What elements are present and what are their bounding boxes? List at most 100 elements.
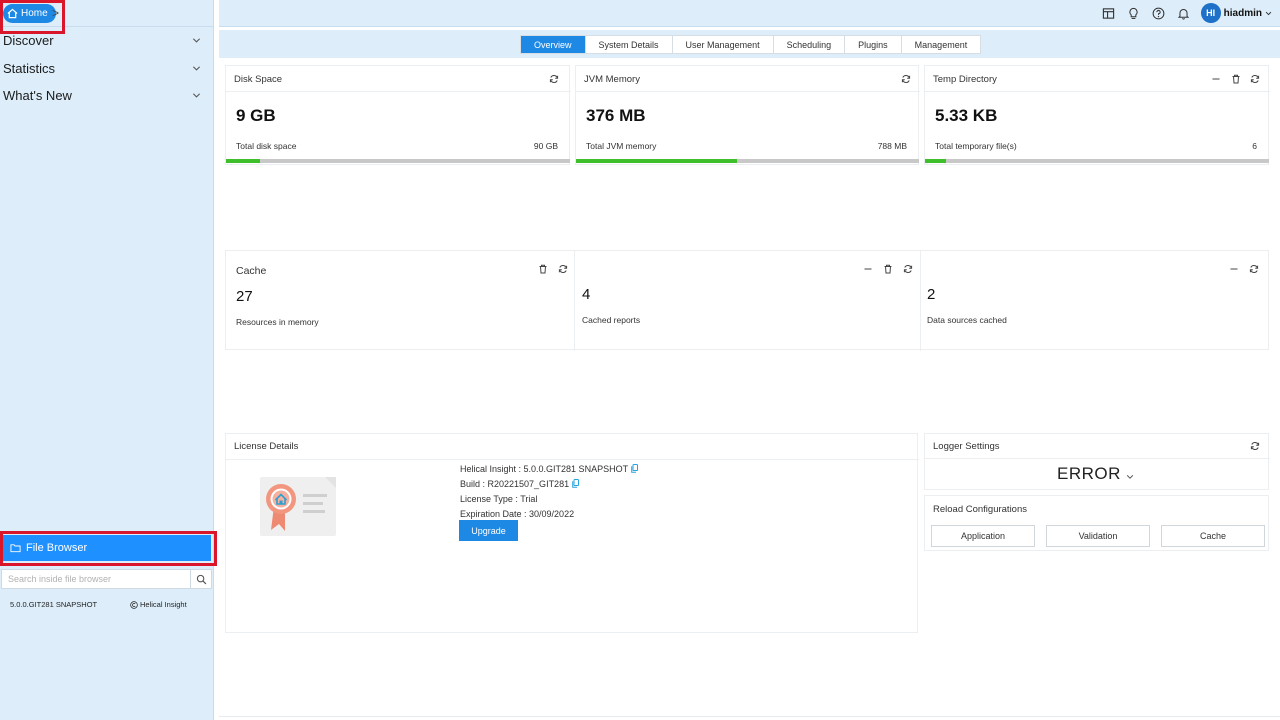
temp-progress-bar — [925, 159, 1269, 163]
minimize-button[interactable] — [1211, 74, 1221, 84]
chevron-down-icon — [1265, 11, 1272, 15]
reports-label: Cached reports — [582, 315, 641, 325]
tab-user-management[interactable]: User Management — [673, 36, 774, 53]
minimize-button[interactable] — [863, 264, 873, 274]
sidebar-item-whats-new[interactable]: What's New — [0, 82, 213, 110]
refresh-icon — [1249, 265, 1259, 273]
tab-bar: Overview System Details User Management … — [219, 30, 1280, 58]
sidebar-item-statistics[interactable]: Statistics — [0, 55, 213, 83]
logger-settings-card: Logger Settings ERROR — [924, 433, 1270, 490]
reload-cache-button[interactable]: Cache — [1161, 525, 1265, 547]
disk-label: Total disk space — [236, 141, 297, 151]
copy-icon[interactable] — [631, 464, 639, 473]
notifications-button[interactable] — [1176, 6, 1191, 21]
divider — [574, 251, 575, 351]
tabs: Overview System Details User Management … — [520, 35, 982, 54]
refresh-button[interactable] — [1250, 441, 1260, 451]
file-browser-button[interactable]: File Browser — [3, 535, 211, 561]
username: hiadmin — [1223, 7, 1262, 19]
refresh-button[interactable] — [1249, 264, 1259, 274]
resources-value: 27 — [236, 288, 253, 305]
brand: Helical Insight — [130, 600, 187, 609]
refresh-icon — [901, 75, 911, 83]
breadcrumb: Home > — [0, 0, 213, 27]
refresh-icon — [1250, 442, 1260, 450]
reload-application-button[interactable]: Application — [931, 525, 1035, 547]
search-button[interactable] — [190, 570, 211, 588]
lightbulb-icon — [1129, 7, 1138, 19]
tab-overview[interactable]: Overview — [521, 36, 586, 53]
temp-total: 6 — [1252, 141, 1257, 151]
refresh-icon — [558, 265, 568, 273]
refresh-button[interactable] — [1250, 74, 1260, 84]
delete-button[interactable] — [538, 264, 548, 274]
jvm-total: 788 MB — [877, 141, 907, 151]
chevron-down-icon — [1126, 474, 1134, 479]
trash-icon — [1232, 74, 1240, 84]
divider — [925, 458, 1270, 459]
minimize-button[interactable] — [1229, 264, 1239, 274]
delete-button[interactable] — [1231, 74, 1241, 84]
refresh-button[interactable] — [549, 74, 559, 84]
disk-value: 9 GB — [236, 106, 276, 125]
jvm-value: 376 MB — [586, 106, 646, 125]
layout-button[interactable] — [1101, 6, 1116, 21]
avatar: HI — [1200, 3, 1221, 23]
tips-button[interactable] — [1126, 6, 1141, 21]
help-button[interactable] — [1151, 6, 1166, 21]
user-menu[interactable]: HI hiadmin — [1200, 3, 1272, 23]
license-version-text: Helical Insight : 5.0.0.GIT281 SNAPSHOT — [460, 464, 629, 474]
jvm-progress-bar — [576, 159, 919, 163]
refresh-button[interactable] — [901, 74, 911, 84]
sidebar-item-label: What's New — [3, 88, 72, 104]
disk-space-card: Disk Space 9 GB Total disk space 90 GB — [225, 65, 571, 165]
bottom-divider — [219, 716, 1280, 717]
temp-label: Total temporary file(s) — [935, 141, 1017, 151]
copy-icon[interactable] — [572, 479, 580, 488]
chevron-down-icon — [192, 38, 201, 43]
trash-icon — [539, 264, 547, 274]
home-icon — [7, 8, 18, 19]
card-title: JVM Memory — [584, 74, 640, 85]
trash-icon — [884, 264, 892, 274]
reload-validation-button[interactable]: Validation — [1046, 525, 1150, 547]
copyright-icon — [130, 600, 138, 609]
cache-card: Cache 27 Resources in memory 4 Cached re… — [225, 250, 1269, 351]
folder-icon — [10, 544, 21, 553]
log-level-select[interactable]: ERROR — [1057, 464, 1134, 484]
minimize-icon — [1230, 268, 1238, 270]
help-icon — [1152, 7, 1165, 19]
search-input[interactable] — [2, 570, 190, 588]
home-button[interactable]: Home — [3, 4, 56, 23]
card-title: Disk Space — [234, 74, 283, 85]
refresh-button[interactable] — [558, 264, 568, 274]
chevron-down-icon — [192, 66, 201, 71]
divider — [920, 251, 921, 351]
top-bar: HI hiadmin — [219, 0, 1280, 27]
file-browser-label: File Browser — [26, 542, 88, 554]
resources-label: Resources in memory — [236, 317, 319, 327]
tab-scheduling[interactable]: Scheduling — [774, 36, 846, 53]
refresh-button[interactable] — [903, 264, 913, 274]
jvm-memory-card: JVM Memory 376 MB Total JVM memory 788 M… — [575, 65, 920, 165]
refresh-icon — [1250, 75, 1260, 83]
delete-button[interactable] — [883, 264, 893, 274]
minimize-icon — [1212, 78, 1220, 80]
refresh-icon — [903, 265, 913, 273]
sidebar: Home > Discover Statistics What's New Fi… — [0, 0, 217, 720]
tab-system-details[interactable]: System Details — [586, 36, 673, 53]
datasources-label: Data sources cached — [927, 315, 1007, 325]
license-build: Build : R20221507_GIT281 — [460, 479, 580, 489]
sidebar-item-label: Statistics — [3, 60, 56, 76]
sidebar-item-label: Discover — [3, 33, 54, 49]
sidebar-item-discover[interactable]: Discover — [0, 27, 213, 55]
tab-management[interactable]: Management — [902, 36, 981, 53]
upgrade-button[interactable]: Upgrade — [459, 520, 518, 541]
disk-progress-bar — [226, 159, 570, 163]
license-build-text: Build : R20221507_GIT281 — [460, 479, 570, 489]
divider — [576, 91, 920, 92]
home-label: Home — [21, 8, 48, 19]
minimize-icon — [864, 268, 872, 270]
tab-plugins[interactable]: Plugins — [845, 36, 902, 53]
layout-icon — [1102, 7, 1114, 19]
